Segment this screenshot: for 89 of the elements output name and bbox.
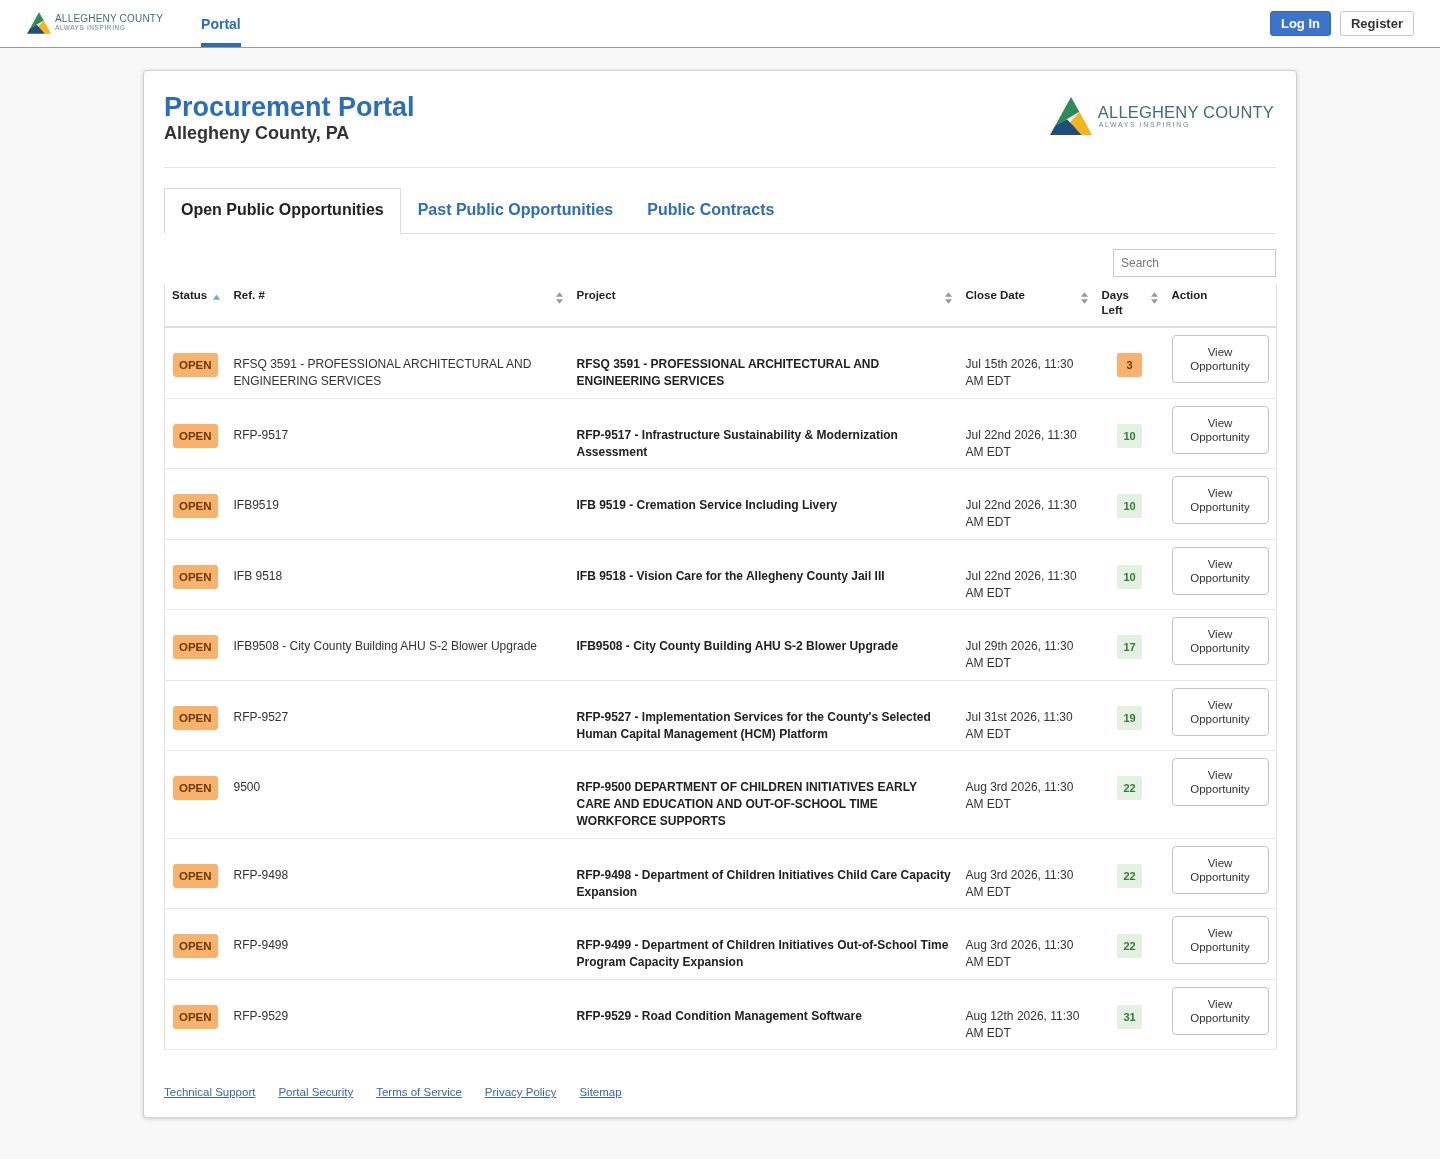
days-left-badge: 22 xyxy=(1117,934,1142,958)
logo-icon xyxy=(27,11,51,34)
project-title: RFSQ 3591 - PROFESSIONAL ARCHITECTURAL AND ENGINEERING SERVICES xyxy=(576,357,880,388)
close-date: Aug 3rd 2026, 11:30 AM EDT xyxy=(965,938,1074,969)
sort-icon[interactable] xyxy=(1150,292,1158,304)
page-title: Procurement Portal xyxy=(164,91,415,123)
logo-name: ALLEGHENY COUNTY xyxy=(55,13,164,24)
status-badge: OPEN xyxy=(173,423,218,448)
close-date: Jul 15th 2026, 11:30 AM EDT xyxy=(965,357,1074,388)
logo-name: ALLEGHENY COUNTY xyxy=(1097,103,1274,121)
column-header[interactable]: Ref. # xyxy=(233,288,563,304)
days-left-badge: 10 xyxy=(1117,494,1142,518)
footer-link[interactable]: Sitemap xyxy=(579,1086,622,1098)
tab[interactable]: Public Contracts xyxy=(630,188,792,234)
project-title: RFP-9517 - Infrastructure Sustainability & Modernization Assessment xyxy=(576,427,898,459)
project-title: RFP-9527 - Implementation Services for the County's Selected Human Capital Management (HCM) Platform xyxy=(576,709,931,741)
ref-number: IFB9519 xyxy=(233,498,279,512)
status-badge: OPEN xyxy=(173,934,218,958)
close-date: Jul 29th 2026, 11:30 AM EDT xyxy=(965,639,1074,670)
tab[interactable]: Open Public Opportunities xyxy=(164,188,401,234)
days-left-badge: 17 xyxy=(1117,635,1142,659)
register-button[interactable]: Register xyxy=(1339,11,1414,36)
status-badge: OPEN xyxy=(173,494,218,518)
close-date: Aug 3rd 2026, 11:30 AM EDT xyxy=(965,780,1074,811)
search-field[interactable]: Search xyxy=(1113,249,1276,277)
project-title: RFP-9500 DEPARTMENT OF CHILDREN INITIATIVES EARLY CARE AND EDUCATION AND OUT-OF-SCHOOL TIME WORKFORCE SUPPORTS xyxy=(576,780,917,828)
view-opportunity-button[interactable]: View Opportunity xyxy=(1171,617,1269,665)
column-header: Action xyxy=(1171,288,1209,303)
column-header[interactable]: Status xyxy=(172,288,220,303)
view-opportunity-button[interactable]: View Opportunity xyxy=(1171,405,1269,454)
close-date: Jul 22nd 2026, 11:30 AM EDT xyxy=(965,427,1077,459)
days-left-badge: 3 xyxy=(1117,353,1142,377)
ref-number: 9500 xyxy=(233,780,261,794)
status-badge: OPEN xyxy=(173,635,218,659)
view-opportunity-button[interactable]: View Opportunity xyxy=(1171,546,1269,595)
sort-icon[interactable] xyxy=(1080,292,1088,304)
status-badge: OPEN xyxy=(173,776,218,800)
ref-number: RFP-9517 xyxy=(233,427,289,442)
ref-number: RFP-9527 xyxy=(233,709,289,724)
ref-number: RFP-9499 xyxy=(233,938,289,952)
status-badge: OPEN xyxy=(173,705,218,730)
ref-number: RFP-9529 xyxy=(233,1008,289,1023)
footer-link[interactable]: Terms of Service xyxy=(376,1086,462,1098)
status-badge: OPEN xyxy=(173,863,218,888)
view-opportunity-button[interactable]: View Opportunity xyxy=(1171,335,1269,383)
ref-number: IFB 9518 xyxy=(233,568,283,583)
column-header[interactable]: Project xyxy=(576,288,952,304)
sort-ascending-icon[interactable] xyxy=(212,294,220,300)
view-opportunity-button[interactable]: View Opportunity xyxy=(1171,986,1269,1035)
footer-link[interactable]: Privacy Policy xyxy=(484,1086,557,1098)
days-left-badge: 10 xyxy=(1117,564,1142,589)
project-title: IFB9508 - City County Building AHU S-2 Blower Upgrade xyxy=(576,639,899,653)
column-header[interactable]: Close Date xyxy=(965,288,1088,304)
days-left-badge: 22 xyxy=(1117,776,1142,800)
logo-icon xyxy=(1049,97,1092,135)
days-left-badge: 19 xyxy=(1117,705,1142,730)
view-opportunity-button[interactable]: View Opportunity xyxy=(1171,845,1269,894)
sort-icon[interactable] xyxy=(944,292,952,304)
days-left-badge: 10 xyxy=(1117,423,1142,448)
view-opportunity-button[interactable]: View Opportunity xyxy=(1171,758,1269,806)
project-title: RFP-9529 - Road Condition Management Software xyxy=(576,1008,862,1023)
column-header[interactable]: Days Left xyxy=(1101,288,1158,318)
nav-link[interactable]: Portal xyxy=(201,0,241,47)
project-title: RFP-9499 - Department of Children Initiatives Out-of-School Time Program Capacity Expansion xyxy=(576,938,949,969)
log-in-button[interactable]: Log In xyxy=(1269,11,1331,36)
ref-number: RFP-9498 xyxy=(233,867,289,882)
tab[interactable]: Past Public Opportunities xyxy=(400,188,631,234)
footer-link[interactable]: Technical Support xyxy=(164,1086,256,1098)
status-badge: OPEN xyxy=(173,1004,218,1029)
days-left-badge: 22 xyxy=(1117,863,1142,888)
close-date: Jul 31st 2026, 11:30 AM EDT xyxy=(965,709,1073,741)
close-date: Jul 22nd 2026, 11:30 AM EDT xyxy=(965,568,1077,600)
close-date: Aug 3rd 2026, 11:30 AM EDT xyxy=(965,867,1074,899)
days-left-badge: 31 xyxy=(1117,1004,1142,1029)
sort-icon[interactable] xyxy=(555,292,563,304)
project-title: RFP-9498 - Department of Children Initiatives Child Care Capacity Expansion xyxy=(576,867,951,899)
footer-link[interactable]: Portal Security xyxy=(278,1086,354,1098)
project-title: IFB 9519 - Cremation Service Including Livery xyxy=(576,498,838,512)
close-date: Jul 22nd 2026, 11:30 AM EDT xyxy=(965,498,1077,529)
page-subtitle: Allegheny County, PA xyxy=(164,123,351,143)
view-opportunity-button[interactable]: View Opportunity xyxy=(1171,476,1269,524)
close-date: Aug 12th 2026, 11:30 AM EDT xyxy=(965,1008,1080,1040)
project-title: IFB 9518 - Vision Care for the Allegheny County Jail III xyxy=(576,568,885,583)
view-opportunity-button[interactable]: View Opportunity xyxy=(1171,916,1269,964)
status-badge: OPEN xyxy=(173,353,218,377)
ref-number: RFSQ 3591 - PROFESSIONAL ARCHITECTURAL AND ENGINEERING SERVICES xyxy=(233,357,532,388)
status-badge: OPEN xyxy=(173,564,218,589)
ref-number: IFB9508 - City County Building AHU S-2 Blower Upgrade xyxy=(233,639,537,653)
view-opportunity-button[interactable]: View Opportunity xyxy=(1171,687,1269,736)
